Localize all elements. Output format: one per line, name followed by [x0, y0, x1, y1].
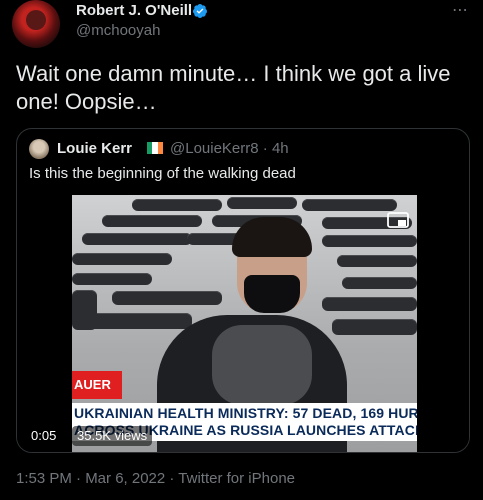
body-bag: [82, 233, 192, 245]
tweet-text: Wait one damn minute… I think we got a l…: [16, 61, 451, 114]
channel-logo: AUER: [72, 371, 122, 399]
quote-text: Is this the beginning of the walking dea…: [29, 165, 296, 182]
body-bag: [227, 197, 297, 209]
more-options-icon[interactable]: ⋯: [452, 0, 469, 20]
quote-author-avatar: [29, 139, 49, 159]
body-bag: [132, 199, 222, 211]
quote-author-handle: @LouieKerr8 · 4h: [170, 140, 289, 157]
chyron-line-1: UKRAINIAN HEALTH MINISTRY: 57 DEAD, 169 …: [74, 405, 417, 421]
body-bag: [337, 255, 417, 267]
body-bag: [302, 199, 397, 211]
body-bag: [342, 277, 417, 289]
body-bag: [332, 319, 417, 335]
body-bag: [87, 313, 192, 329]
body-bag: [72, 273, 152, 285]
quote-author-name: Louie Kerr: [57, 140, 133, 157]
body-bag: [322, 235, 417, 247]
video-player[interactable]: AUER UKRAINIAN HEALTH MINISTRY: 57 DEAD,…: [17, 195, 469, 452]
author-name[interactable]: Robert J. O'Neill: [76, 2, 192, 19]
video-views: 35.5K views: [72, 426, 153, 446]
ireland-flag-icon: [147, 142, 163, 154]
body-bag: [72, 253, 172, 265]
author-handle[interactable]: @mchooyah: [76, 22, 160, 39]
video-time: 0:05: [25, 426, 63, 446]
verified-badge-icon: [192, 4, 207, 18]
body-bag: [102, 215, 202, 227]
reporter-scarf: [212, 325, 312, 405]
picture-in-picture-icon[interactable]: [387, 212, 409, 230]
reporter-mask: [244, 275, 300, 313]
body-bag: [112, 291, 222, 305]
video-frame: AUER UKRAINIAN HEALTH MINISTRY: 57 DEAD,…: [72, 195, 417, 452]
tweet-timestamp[interactable]: 1:53 PM · Mar 6, 2022 · Twitter for iPho…: [16, 470, 295, 487]
quoted-tweet[interactable]: Louie Kerr @LouieKerr8 · 4h Is this the …: [16, 128, 470, 453]
author-avatar[interactable]: [12, 0, 60, 48]
body-bag: [322, 297, 417, 311]
body-bag: [72, 290, 97, 330]
